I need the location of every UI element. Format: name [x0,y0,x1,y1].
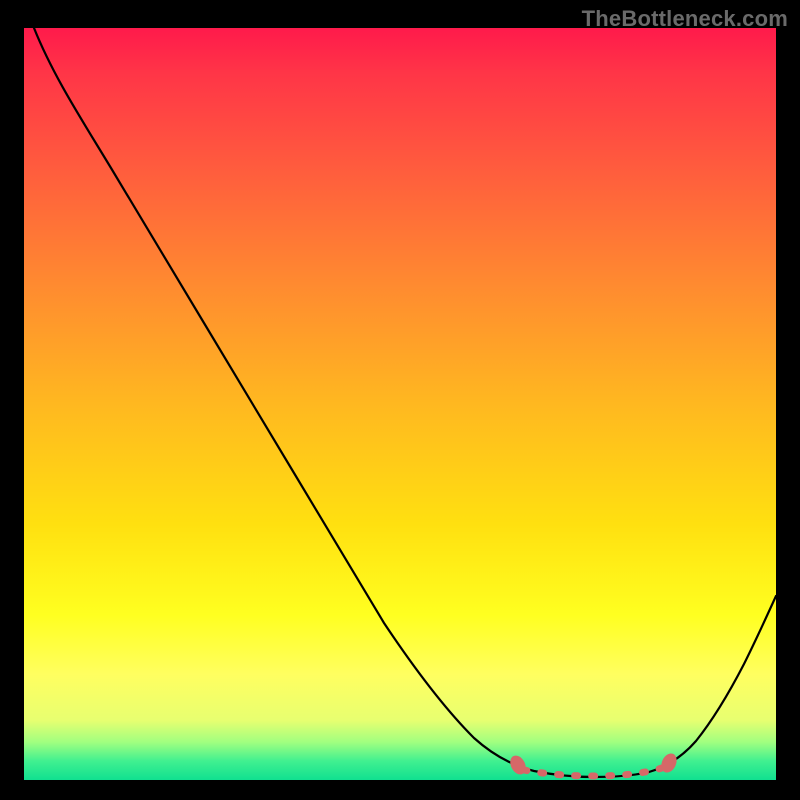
curve-layer [24,28,776,780]
plot-area [24,28,776,780]
watermark-text: TheBottleneck.com [582,6,788,32]
optimal-region-dash [524,768,662,776]
chart-frame: TheBottleneck.com [0,0,800,800]
bottleneck-curve [34,28,776,777]
